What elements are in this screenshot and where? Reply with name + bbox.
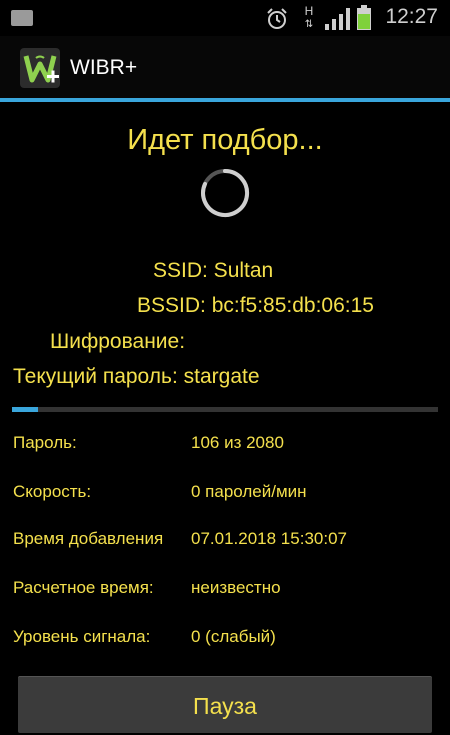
- speed-label: Скорость:: [13, 482, 92, 501]
- password-count-value: 106 из 2080: [191, 433, 284, 452]
- action-bar-divider: [0, 98, 450, 102]
- password-count-label: Пароль:: [13, 433, 77, 452]
- estimated-time-label: Расчетное время:: [13, 578, 154, 597]
- app-logo-icon[interactable]: [20, 48, 60, 88]
- progress-bar-fill: [12, 407, 38, 412]
- ssid-text: SSID: Sultan: [153, 259, 274, 282]
- loading-spinner-icon: [201, 168, 250, 217]
- progress-bar: [12, 407, 438, 412]
- signal-level-value: 0 (слабый): [191, 627, 276, 646]
- current-password-text: Текущий пароль: stargate: [13, 365, 260, 388]
- signal-level-label: Уровень сигнала:: [13, 627, 151, 646]
- notification-icon: [11, 10, 33, 26]
- battery-icon: [357, 5, 371, 30]
- network-type-icon: H ⇅: [304, 4, 314, 30]
- estimated-time-value: неизвестно: [191, 578, 281, 597]
- added-time-label: Время добавления: [13, 529, 164, 548]
- app-title: WIBR+: [70, 56, 138, 79]
- bssid-text: BSSID: bc:f5:85:db:06:15: [137, 294, 374, 317]
- signal-icon: [325, 8, 350, 30]
- action-bar: WIBR+: [0, 36, 450, 98]
- status-heading: Идет подбор...: [127, 124, 323, 156]
- status-bar: H ⇅ 12:27: [0, 0, 450, 36]
- speed-value: 0 паролей/мин: [191, 482, 307, 501]
- status-time: 12:27: [385, 5, 438, 28]
- alarm-icon: [267, 8, 287, 29]
- encryption-text: Шифрование:: [50, 330, 186, 353]
- pause-button[interactable]: Пауза: [18, 676, 432, 733]
- added-time-value: 07.01.2018 15:30:07: [191, 529, 347, 548]
